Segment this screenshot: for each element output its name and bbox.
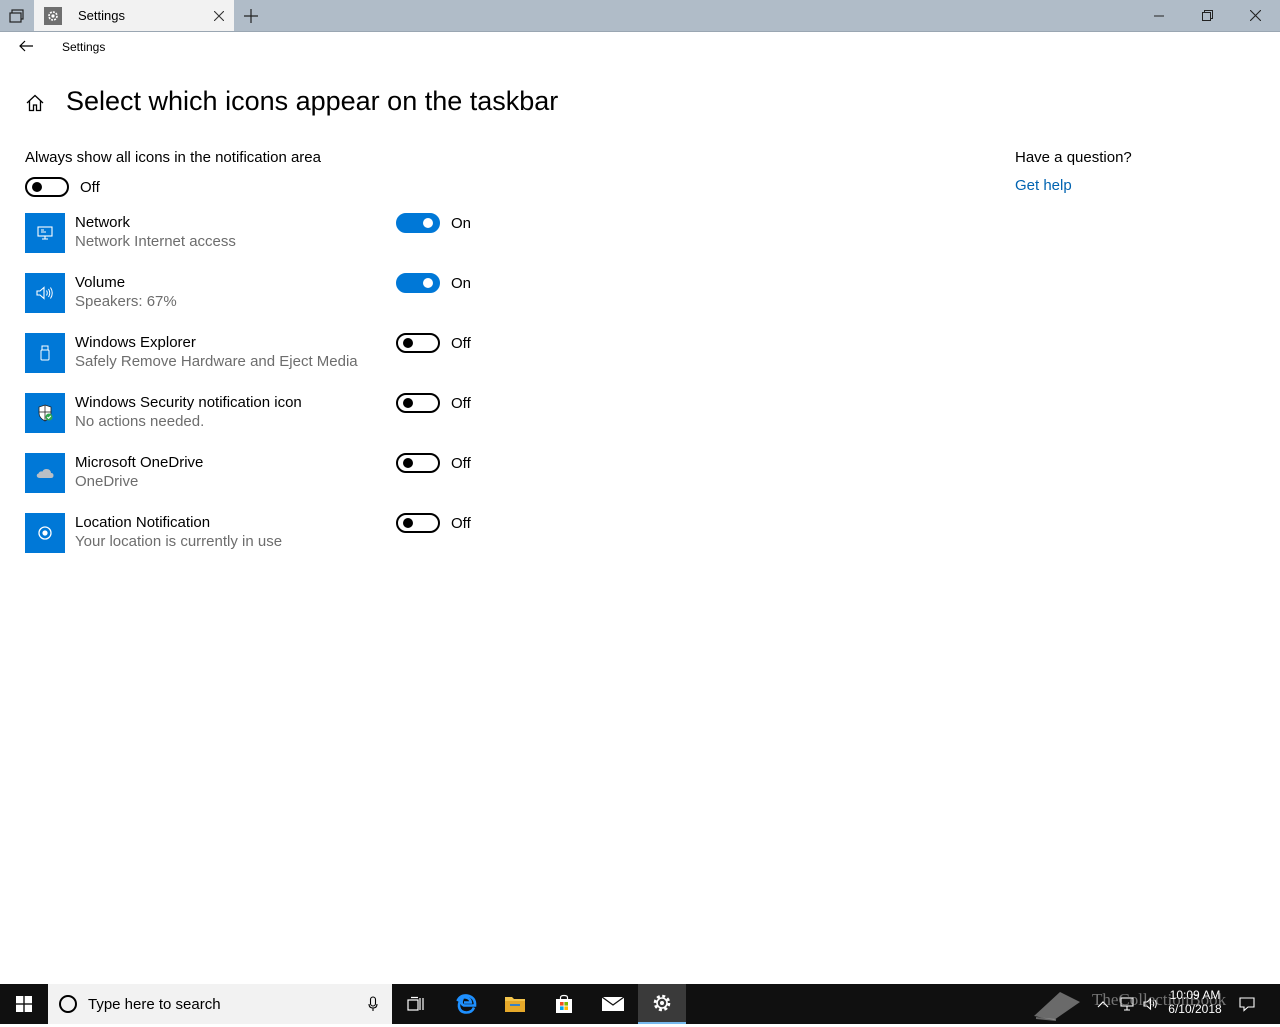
task-view-icon bbox=[407, 996, 424, 1011]
location-toggle[interactable] bbox=[396, 513, 440, 533]
new-tab-button[interactable] bbox=[236, 0, 266, 31]
microphone-icon[interactable] bbox=[364, 994, 382, 1014]
item-description: Safely Remove Hardware and Eject Media bbox=[75, 353, 358, 370]
onedrive-toggle[interactable] bbox=[396, 453, 440, 473]
toggle-knob bbox=[403, 398, 413, 408]
item-name: Microsoft OneDrive bbox=[75, 454, 204, 471]
book-icon bbox=[1034, 992, 1080, 1021]
network-toggle[interactable] bbox=[396, 213, 440, 233]
notification-item-network: Network Network Internet access On bbox=[25, 213, 495, 253]
help-question: Have a question? bbox=[1015, 149, 1132, 166]
home-button[interactable] bbox=[24, 92, 46, 114]
taskbar-search-box[interactable] bbox=[48, 984, 392, 1024]
file-explorer-icon bbox=[505, 997, 525, 1012]
store-button[interactable] bbox=[540, 984, 588, 1024]
get-help-link[interactable]: Get help bbox=[1015, 177, 1072, 194]
toggle-group: Off bbox=[396, 453, 471, 473]
toggle-knob bbox=[423, 218, 433, 228]
clock-date: 6/10/2018 bbox=[1168, 1002, 1222, 1016]
item-description: Your location is currently in use bbox=[75, 533, 283, 550]
location-icon bbox=[25, 513, 65, 553]
file-explorer-button[interactable] bbox=[491, 984, 539, 1024]
tab-title: Settings bbox=[78, 8, 125, 23]
toggle-knob bbox=[423, 278, 433, 288]
notification-item-windows-security: Windows Security notification icon No ac… bbox=[25, 393, 495, 433]
always-show-state: Off bbox=[80, 178, 100, 196]
back-button[interactable] bbox=[14, 36, 38, 56]
item-description: OneDrive bbox=[75, 473, 139, 490]
back-arrow-icon bbox=[19, 40, 33, 52]
toggle-knob bbox=[32, 182, 42, 192]
item-name: Windows Security notification icon bbox=[75, 394, 302, 411]
item-description: Speakers: 67% bbox=[75, 293, 177, 310]
volume-icon bbox=[25, 273, 65, 313]
item-description: Network Internet access bbox=[75, 233, 236, 250]
start-icon bbox=[16, 996, 32, 1012]
toggle-state: Off bbox=[451, 394, 471, 412]
toggle-state: Off bbox=[451, 454, 471, 472]
settings-tab[interactable]: Settings bbox=[34, 0, 234, 31]
mail-icon bbox=[601, 996, 625, 1011]
always-show-toggle-group: Off bbox=[25, 177, 100, 197]
page-title: Select which icons appear on the taskbar bbox=[66, 86, 559, 116]
toggle-knob bbox=[403, 338, 413, 348]
toggle-knob bbox=[403, 518, 413, 528]
taskbar-clock[interactable]: 10:09 AM 6/10/2018 bbox=[1160, 988, 1230, 1016]
toggle-state: On bbox=[451, 274, 472, 292]
item-name: Network bbox=[75, 214, 131, 231]
settings-icon bbox=[653, 994, 671, 1012]
windows-explorer-toggle[interactable] bbox=[396, 333, 440, 353]
search-input[interactable] bbox=[88, 994, 348, 1014]
close-icon bbox=[1249, 10, 1261, 21]
gear-icon bbox=[44, 6, 62, 25]
toggle-group: Off bbox=[396, 393, 471, 413]
edge-button[interactable] bbox=[442, 984, 490, 1024]
restore-button[interactable] bbox=[1184, 0, 1230, 31]
watermark: TheCollectionBook bbox=[1030, 986, 1270, 1022]
windows-security-toggle[interactable] bbox=[396, 393, 440, 413]
task-view-button[interactable] bbox=[392, 984, 440, 1024]
item-name: Volume bbox=[75, 274, 126, 291]
title-bar: Settings bbox=[0, 0, 1280, 32]
settings-taskbar-button[interactable] bbox=[638, 984, 686, 1024]
toggle-state: Off bbox=[451, 514, 471, 532]
notification-item-volume: Volume Speakers: 67% On bbox=[25, 273, 495, 313]
item-description: No actions needed. bbox=[75, 413, 205, 430]
toggle-knob bbox=[403, 458, 413, 468]
always-show-label: Always show all icons in the notificatio… bbox=[25, 149, 321, 166]
home-icon bbox=[26, 94, 44, 112]
network-icon bbox=[25, 213, 65, 253]
notification-item-onedrive: Microsoft OneDrive OneDrive Off bbox=[25, 453, 495, 493]
mail-button[interactable] bbox=[589, 984, 637, 1024]
minimize-icon bbox=[1154, 15, 1164, 16]
edge-icon bbox=[456, 994, 477, 1014]
item-name: Windows Explorer bbox=[75, 334, 196, 351]
app-name: Settings bbox=[62, 40, 106, 54]
minimize-button[interactable] bbox=[1136, 0, 1182, 31]
item-name: Location Notification bbox=[75, 514, 211, 531]
clock-time: 10:09 AM bbox=[1169, 988, 1221, 1002]
toggle-state: Off bbox=[451, 334, 471, 352]
notification-item-location: Location Notification Your location is c… bbox=[25, 513, 495, 553]
notification-item-windows-explorer: Windows Explorer Safely Remove Hardware … bbox=[25, 333, 495, 373]
toggle-group: On bbox=[396, 213, 471, 233]
window-sets-icon[interactable] bbox=[0, 0, 34, 31]
shield-icon bbox=[25, 393, 65, 433]
cloud-icon bbox=[25, 453, 65, 493]
toggle-state: On bbox=[451, 214, 472, 232]
store-icon bbox=[556, 994, 572, 1013]
restore-icon bbox=[1201, 10, 1213, 21]
close-window-button[interactable] bbox=[1232, 0, 1278, 31]
toggle-group: On bbox=[396, 273, 471, 293]
cortana-icon bbox=[59, 995, 77, 1013]
close-tab-icon[interactable] bbox=[204, 10, 234, 21]
plus-icon bbox=[244, 8, 258, 23]
usb-drive-icon bbox=[25, 333, 65, 373]
start-button[interactable] bbox=[0, 984, 48, 1024]
volume-toggle[interactable] bbox=[396, 273, 440, 293]
toggle-group: Off bbox=[396, 513, 471, 533]
toggle-group: Off bbox=[396, 333, 471, 353]
always-show-toggle[interactable] bbox=[25, 177, 69, 197]
